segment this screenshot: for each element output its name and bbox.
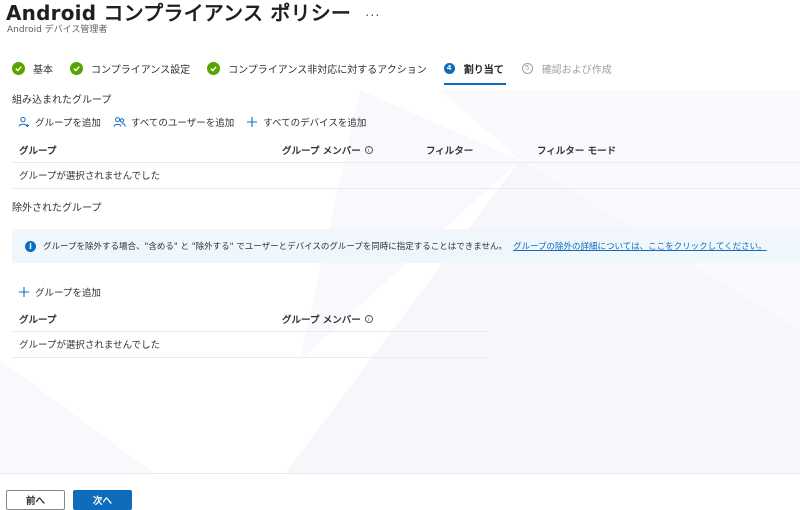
column-header-filter[interactable]: フィルター <box>426 143 473 157</box>
wizard-step-label: コンプライアンス非対応に対するアクション <box>228 64 427 76</box>
step-number-badge: 4 <box>443 62 455 74</box>
add-all-users-button[interactable]: すべてのユーザーを追加 <box>113 115 234 129</box>
column-header-group[interactable]: グループ <box>19 312 56 326</box>
add-person-icon <box>18 116 29 127</box>
info-icon[interactable]: i <box>364 315 373 323</box>
step-number-badge: 5 <box>521 62 533 74</box>
wizard-steps: 基本 コンプライアンス設定 コンプライアンス非対応に対するアクション 4 割り当… <box>12 59 612 85</box>
wizard-step-noncompliance-actions[interactable]: コンプライアンス非対応に対するアクション <box>207 61 427 76</box>
exclusion-details-link[interactable]: グループの除外の詳細については、ここをクリックしてください。 <box>513 240 767 252</box>
page-subtitle: Android デバイス管理者 <box>7 25 108 35</box>
wizard-step-assignments[interactable]: 4 割り当て <box>443 61 506 85</box>
checkmark-icon <box>207 61 221 75</box>
add-all-devices-button[interactable]: すべてのデバイスを追加 <box>246 115 366 129</box>
info-icon: i <box>25 240 36 252</box>
included-groups-title: 組み込まれたグループ <box>12 95 112 106</box>
next-button[interactable]: 次へ <box>73 490 132 510</box>
wizard-step-label: 確認および作成 <box>541 64 612 76</box>
table-header: グループ グループ メンバー i <box>12 307 488 331</box>
included-command-bar: グループを追加 すべてのユーザーを追加 すべてのデバイスを追加 <box>18 115 378 129</box>
checkmark-icon <box>12 61 25 75</box>
column-header-group[interactable]: グループ <box>19 143 56 157</box>
table-header: グループ グループ メンバー i フィルター フィルター モード <box>12 138 800 162</box>
add-excluded-group-button[interactable]: グループを追加 <box>18 285 101 299</box>
wizard-step-review-create[interactable]: 5 確認および作成 <box>521 61 612 76</box>
column-header-filter-mode[interactable]: フィルター モード <box>537 143 616 157</box>
empty-message: グループが選択されませんでした <box>19 171 161 182</box>
table-row: グループが選択されませんでした <box>12 331 488 358</box>
excluded-groups-title: 除外されたグループ <box>12 203 102 214</box>
add-group-button[interactable]: グループを追加 <box>18 115 101 129</box>
plus-icon <box>19 287 29 297</box>
wizard-step-label: 割り当て <box>463 64 504 76</box>
more-options-icon[interactable]: ... <box>365 5 380 20</box>
info-icon[interactable]: i <box>364 146 373 154</box>
wizard-step-basics[interactable]: 基本 <box>12 61 53 76</box>
info-message-text: グループを除外する場合、"含める" と "除外する" でユーザーとデバイスのグル… <box>43 242 508 252</box>
empty-message: グループが選択されませんでした <box>19 340 161 351</box>
table-row: グループが選択されませんでした <box>12 162 800 189</box>
included-groups-table: グループ グループ メンバー i フィルター フィルター モード グループが選択… <box>12 138 800 189</box>
wizard-step-compliance-settings[interactable]: コンプライアンス設定 <box>70 61 190 76</box>
wizard-step-label: 基本 <box>33 64 53 76</box>
wizard-footer: 前へ 次へ <box>0 473 800 510</box>
wizard-step-label: コンプライアンス設定 <box>91 64 191 76</box>
plus-icon <box>247 117 258 127</box>
checkmark-icon <box>70 61 83 75</box>
people-icon <box>113 117 126 127</box>
previous-button[interactable]: 前へ <box>6 490 65 510</box>
column-header-members[interactable]: グループ メンバー i <box>282 143 373 157</box>
column-header-members[interactable]: グループ メンバー i <box>282 312 373 326</box>
info-message-bar: i グループを除外する場合、"含める" と "除外する" でユーザーとデバイスの… <box>12 229 800 263</box>
excluded-groups-table: グループ グループ メンバー i グループが選択されませんでした <box>12 307 488 358</box>
